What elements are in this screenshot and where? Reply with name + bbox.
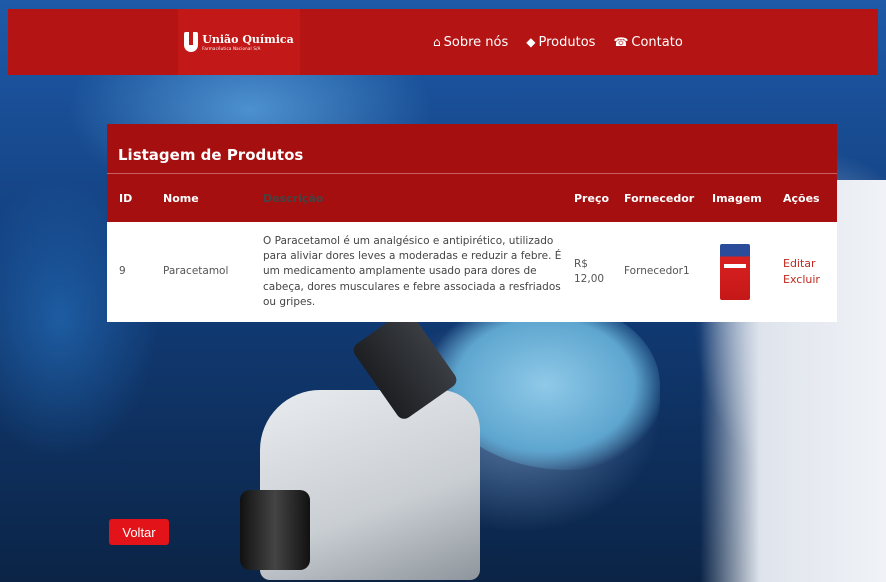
table-header-row: ID Nome Descrição Preço Fornecedor Image…: [107, 174, 837, 222]
cell-preco: R$ 12,00: [574, 257, 605, 285]
nav-item-produtos[interactable]: ◆ Produtos: [526, 35, 595, 50]
product-table: ID Nome Descrição Preço Fornecedor Image…: [107, 174, 837, 322]
cell-acoes: Editar Excluir: [779, 222, 837, 322]
col-header-id: ID: [119, 191, 133, 205]
col-header-imagem: Imagem: [712, 191, 762, 205]
nav-item-contato[interactable]: ☎ Contato: [613, 35, 682, 50]
nav-item-sobre-nos[interactable]: ⌂ Sobre nós: [433, 35, 508, 50]
edit-link[interactable]: Editar: [783, 256, 833, 272]
product-image: [720, 244, 750, 300]
brand-tagline: Farmacêutica Nacional S/A: [202, 45, 261, 51]
brand-name: União Química: [202, 32, 294, 46]
back-button[interactable]: Voltar: [109, 519, 169, 545]
nav-item-label: Produtos: [538, 34, 596, 50]
cell-fornecedor: Fornecedor1: [624, 265, 690, 278]
card-title: Listagem de Produtos: [107, 124, 837, 174]
nav-item-label: Contato: [631, 34, 683, 50]
cell-imagem: [708, 222, 779, 322]
background-microscope-lens: [240, 490, 310, 570]
brand-mark-icon: [184, 32, 199, 52]
table-row: 9 Paracetamol O Paracetamol é um analgés…: [107, 222, 837, 322]
product-list-card: Listagem de Produtos ID Nome Descrição P…: [107, 124, 837, 322]
cell-descricao: O Paracetamol é um analgésico e antipiré…: [263, 234, 562, 308]
main-nav: ⌂ Sobre nós ◆ Produtos ☎ Contato: [433, 9, 683, 75]
phone-icon: ☎: [613, 35, 629, 49]
cell-id: 9: [119, 265, 126, 278]
cell-nome: Paracetamol: [163, 265, 229, 278]
col-header-preco: Preço: [574, 191, 610, 205]
col-header-acoes: Ações: [783, 191, 820, 205]
top-navbar: União Química Farmacêutica Nacional S/A …: [8, 9, 878, 75]
nav-item-label: Sobre nós: [443, 34, 509, 50]
col-header-fornecedor: Fornecedor: [624, 191, 695, 205]
col-header-descricao: Descrição: [263, 191, 324, 205]
col-header-nome: Nome: [163, 191, 199, 205]
home-icon: ⌂: [433, 35, 441, 49]
brand-logo[interactable]: União Química Farmacêutica Nacional S/A: [178, 9, 300, 75]
tag-icon: ◆: [526, 35, 536, 49]
delete-link[interactable]: Excluir: [783, 272, 833, 288]
